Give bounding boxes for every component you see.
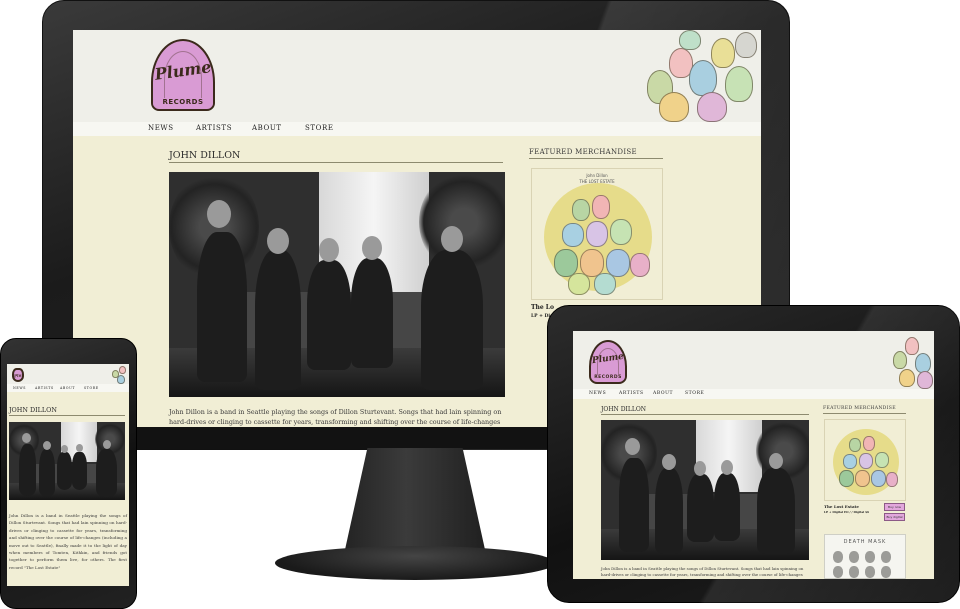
artist-bio: John Dillon is a band in Seattle playing… (169, 408, 502, 426)
phone-nav-news[interactable]: NEWS (13, 386, 26, 390)
tablet-logo-subtitle: RECORDS (591, 375, 625, 381)
phone-header-illustration (111, 364, 129, 384)
buy-digital-button[interactable]: Buy digital (884, 513, 905, 521)
album-name[interactable]: The Lo (531, 304, 554, 311)
phone-logo-word: Plume (13, 371, 24, 379)
phone-artist-title: JOHN DILLON (9, 406, 125, 416)
logo-subtitle: RECORDS (153, 98, 213, 107)
phone-artist-bio: John Dillon is a band in Seattle playing… (9, 513, 127, 570)
phone-nav-about[interactable]: ABOUT (60, 386, 75, 390)
tablet-featured-title: FEATURED MERCHANDISE (823, 406, 906, 414)
plume-records-logo[interactable]: Plume RECORDS (151, 39, 215, 111)
tablet-album-format: LP + Digital EO / / Digital $6 (824, 510, 870, 514)
tablet-nav-news[interactable]: NEWS (589, 391, 606, 396)
nav-store[interactable]: STORE (305, 124, 334, 132)
tablet-header-illustration (891, 331, 934, 389)
phone-screen: Plume NEWS ARTISTS ABOUT STORE JOHN DILL… (7, 364, 129, 586)
tablet-band-photo[interactable] (601, 420, 809, 560)
phone-nav: NEWS ARTISTS ABOUT STORE (7, 384, 129, 392)
tablet-album-name[interactable]: The Lost Estate (824, 504, 859, 509)
tablet-album-cover[interactable] (824, 419, 906, 501)
tablet-artist-title: JOHN DILLON (601, 406, 809, 415)
phone-logo[interactable]: Plume (12, 368, 24, 382)
responsive-mockup: Plume RECORDS NEWS ARTISTS ABOUT STORE J… (0, 0, 960, 609)
nav-artists[interactable]: ARTISTS (196, 124, 232, 132)
phone-nav-store[interactable]: STORE (84, 386, 99, 390)
tablet-nav-store[interactable]: STORE (685, 391, 704, 396)
buy-now-button[interactable]: Buy now (884, 503, 905, 511)
tablet-nav-artists[interactable]: ARTISTS (619, 391, 644, 396)
album-title: THE LOST ESTATE (579, 179, 615, 184)
nav-about[interactable]: ABOUT (252, 124, 282, 132)
death-mask-title: DEATH MASK (843, 539, 887, 545)
monitor-stand (343, 448, 487, 556)
tablet-site-header: Plume RECORDS (573, 331, 934, 389)
phone-site-header: Plume (7, 364, 129, 384)
tablet-artist-bio: John Dillon is a band in Seattle playing… (601, 566, 804, 579)
album-cover[interactable]: John Dillon THE LOST ESTATE (531, 168, 663, 300)
tablet-screen: Plume RECORDS NEWS ARTISTS ABOUT STORE J… (573, 331, 934, 579)
site-header: Plume RECORDS (73, 30, 761, 122)
nav-news[interactable]: NEWS (148, 124, 174, 132)
album-artist: John Dillon (586, 173, 608, 178)
phone-nav-artists[interactable]: ARTISTS (35, 386, 54, 390)
featured-merch-title: FEATURED MERCHANDISE (529, 148, 663, 159)
phone-band-photo[interactable] (9, 422, 125, 500)
death-mask-cover[interactable]: DEATH MASK (824, 534, 906, 579)
tablet-logo[interactable]: Plume RECORDS (589, 340, 627, 384)
artist-title: JOHN DILLON (169, 150, 503, 163)
tablet-nav: NEWS ARTISTS ABOUT STORE (573, 389, 934, 399)
monitor-base (275, 546, 555, 580)
tablet-nav-about[interactable]: ABOUT (653, 391, 673, 396)
main-nav: NEWS ARTISTS ABOUT STORE (73, 122, 761, 136)
header-illustration (639, 30, 761, 122)
band-photo[interactable] (169, 172, 505, 397)
